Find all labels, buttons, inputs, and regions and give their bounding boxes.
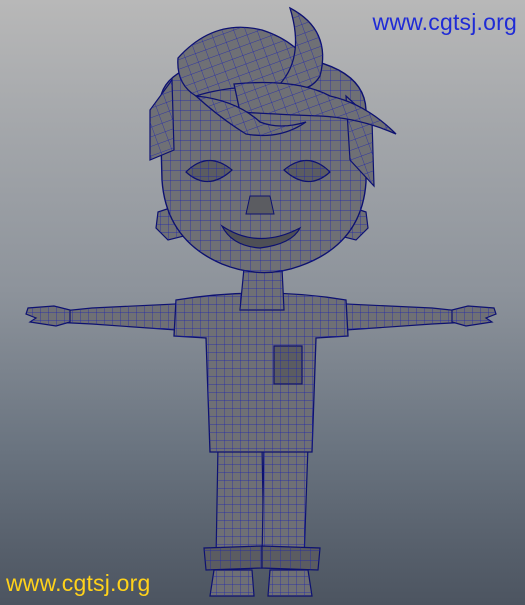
maya-viewport[interactable]: www.cgtsj.org www.cgtsj.org	[0, 0, 525, 605]
neck-mesh	[239, 267, 285, 311]
torso-mesh	[173, 292, 349, 453]
character-model	[25, 6, 497, 597]
watermark-top: www.cgtsj.org	[372, 9, 517, 35]
watermark-bottom: www.cgtsj.org	[6, 570, 151, 596]
legs-mesh	[203, 445, 321, 597]
